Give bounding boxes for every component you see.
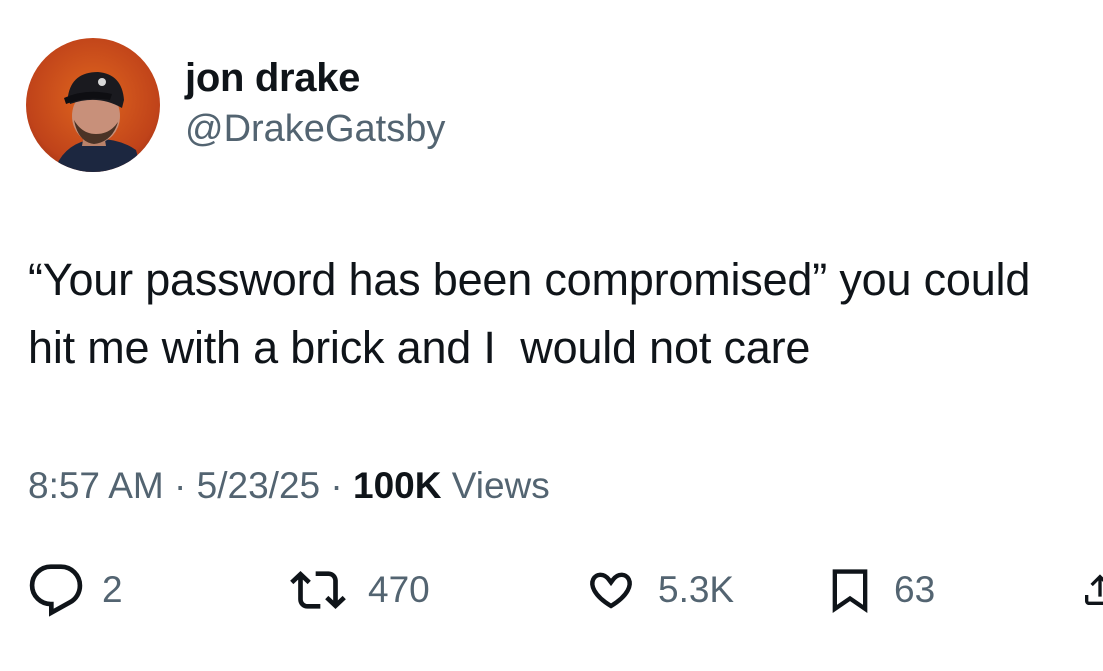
meta-separator: · <box>174 465 187 506</box>
tweet-header: jon drake @DrakeGatsby <box>26 38 445 172</box>
display-name[interactable]: jon drake <box>185 56 445 100</box>
share-button[interactable] <box>1080 560 1103 620</box>
author-names: jon drake @DrakeGatsby <box>185 56 445 152</box>
meta-separator: · <box>330 465 343 506</box>
handle[interactable]: @DrakeGatsby <box>185 106 445 152</box>
reply-icon <box>28 562 84 618</box>
like-button[interactable]: 5.3K <box>582 560 734 620</box>
reply-button[interactable]: 2 <box>28 560 123 620</box>
repost-button[interactable]: 470 <box>286 560 430 620</box>
bookmark-button[interactable]: 63 <box>824 560 935 620</box>
tweet-date[interactable]: 5/23/25 <box>197 465 320 506</box>
reply-count: 2 <box>102 569 123 610</box>
views-count: 100K <box>353 465 442 506</box>
share-icon <box>1080 562 1103 618</box>
tweet-text: “Your password has been compromised” you… <box>28 254 1043 373</box>
tweet-time[interactable]: 8:57 AM <box>28 465 164 506</box>
avatar[interactable] <box>26 38 160 172</box>
bookmark-icon <box>824 561 876 619</box>
views-label: Views <box>451 465 550 506</box>
repost-count: 470 <box>368 569 430 610</box>
heart-icon <box>582 562 640 618</box>
repost-icon <box>286 562 350 618</box>
tweet-card: jon drake @DrakeGatsby “Your password ha… <box>0 0 1103 671</box>
action-bar: 2 470 5.3K 63 <box>28 560 1103 620</box>
bookmark-count: 63 <box>894 569 936 610</box>
like-count: 5.3K <box>658 569 735 610</box>
tweet-meta: 8:57 AM · 5/23/25 · 100K Views <box>28 464 550 508</box>
